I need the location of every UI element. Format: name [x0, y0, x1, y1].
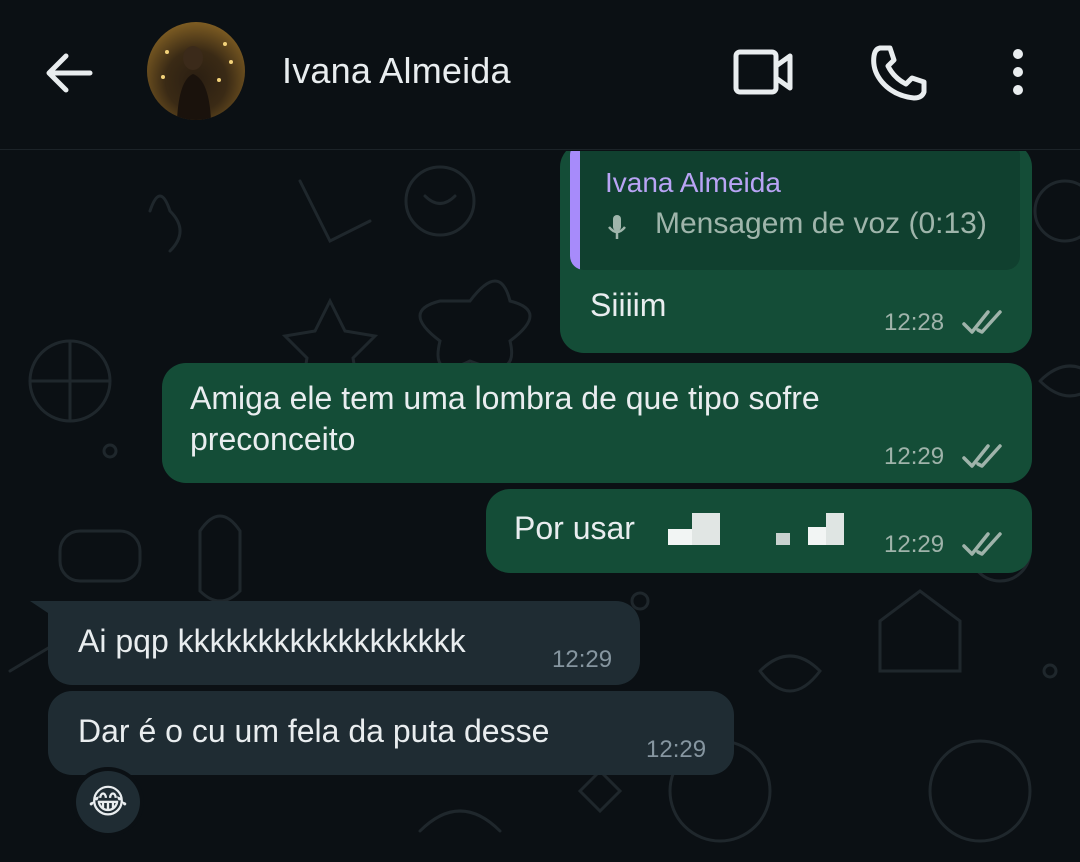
message-list[interactable]: Ivana Almeida Mensagem de voz (0:13) Sii… [0, 151, 1080, 862]
message-text: Dar é o cu um fela da puta desse [78, 713, 550, 749]
message-reaction[interactable]: 😂 [72, 767, 144, 837]
chat-header: Ivana Almeida [0, 0, 1080, 150]
message-time: 12:29 [552, 646, 613, 673]
message-text-line-2: preconceito [190, 421, 356, 457]
more-options-icon[interactable] [990, 40, 1046, 104]
read-ticks-icon [962, 444, 1002, 468]
message-bubble-incoming[interactable]: Ai pqp kkkkkkkkkkkkkkkkkk 12:29 [48, 601, 640, 685]
message-time: 12:28 [884, 309, 945, 336]
read-ticks-icon [962, 532, 1002, 556]
contact-avatar[interactable] [147, 22, 245, 120]
quote-text: Mensagem de voz (0:13) [655, 207, 987, 240]
contact-name[interactable]: Ivana Almeida [282, 50, 511, 92]
message-bubble-incoming[interactable]: Dar é o cu um fela da puta desse 12:29 [48, 691, 734, 775]
message-bubble-outgoing[interactable]: Por usar 12:29 [486, 489, 1032, 573]
message-text: Por usar [514, 510, 635, 546]
read-ticks-icon [962, 310, 1002, 334]
message-text: Ai pqp kkkkkkkkkkkkkkkkkk [78, 623, 466, 659]
message-bubble-outgoing[interactable]: Ivana Almeida Mensagem de voz (0:13) Sii… [560, 151, 1032, 353]
reply-quote[interactable]: Ivana Almeida Mensagem de voz (0:13) [570, 151, 1020, 270]
message-bubble-outgoing[interactable]: Amiga ele tem uma lombra de que tipo sof… [162, 363, 1032, 483]
back-arrow-icon[interactable] [40, 48, 96, 98]
mic-icon [608, 215, 626, 239]
message-time: 12:29 [884, 531, 945, 558]
phone-icon[interactable] [864, 40, 934, 104]
quote-accent-bar [570, 151, 580, 270]
message-text-line-1: Amiga ele tem uma lombra de que tipo sof… [190, 380, 820, 416]
message-text: Siiiim [590, 287, 667, 323]
video-call-icon[interactable] [728, 40, 798, 104]
quote-author: Ivana Almeida [605, 167, 781, 198]
message-time: 12:29 [884, 443, 945, 470]
message-time: 12:29 [646, 736, 707, 763]
